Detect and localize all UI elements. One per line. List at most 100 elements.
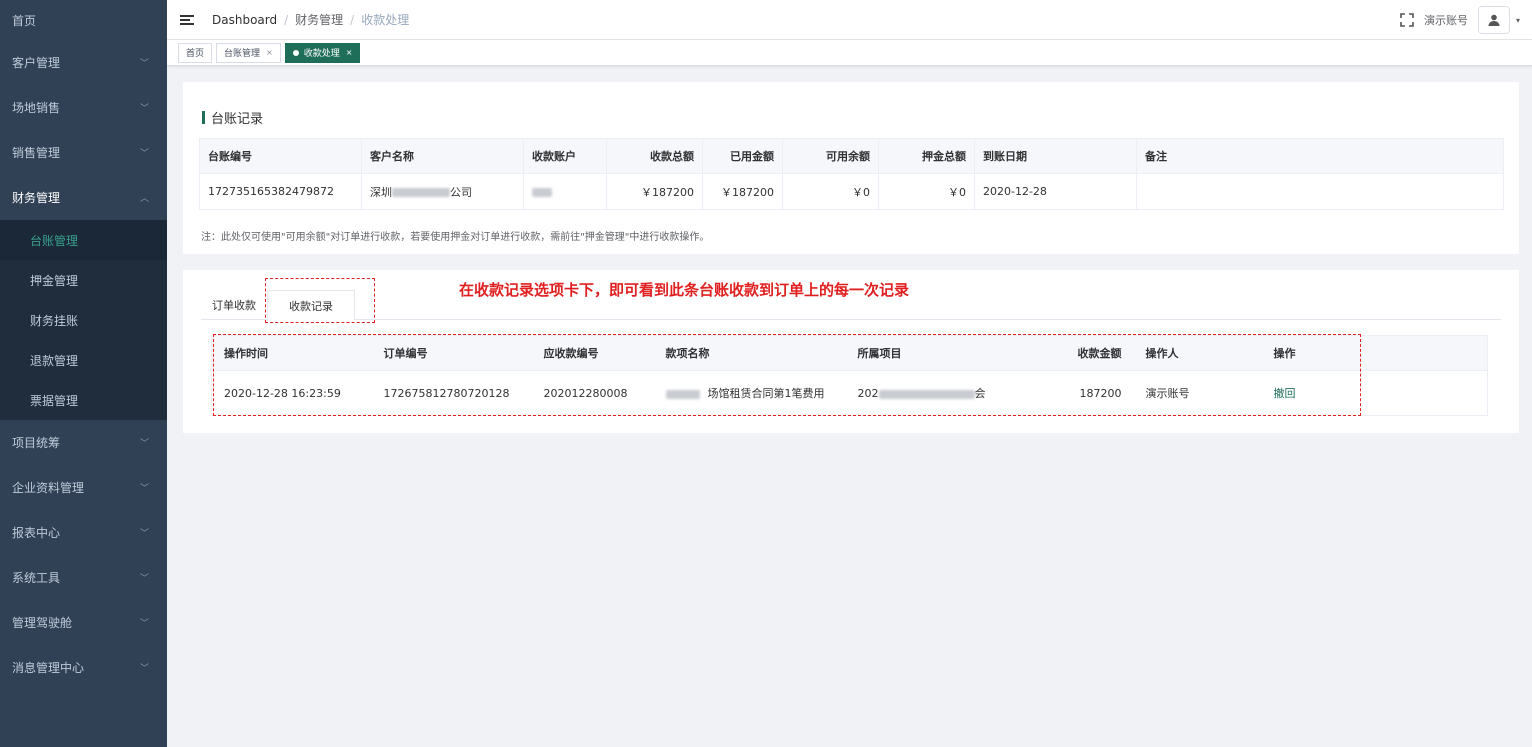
- receipt-account: [523, 173, 607, 210]
- section-title: 台账记录: [202, 108, 263, 127]
- redacted-text: [878, 389, 975, 399]
- item-name: 场馆租赁合同第1笔费用: [653, 370, 846, 416]
- close-icon[interactable]: ×: [346, 48, 353, 57]
- title-bar: [202, 111, 205, 124]
- sidebar-item-refund[interactable]: 退款管理: [0, 340, 167, 380]
- sidebar-item-label: 系统工具: [12, 571, 61, 585]
- table-header-row: 台账编号 客户名称 收款账户 收款总额 已用金额 可用余额 押金总额 到账日期 …: [199, 138, 1504, 174]
- sidebar-item-label: 销售管理: [12, 146, 61, 160]
- table-row: 2020-12-28 16:23:59 172675812780720128 2…: [211, 370, 1488, 416]
- redacted-text: [532, 187, 552, 197]
- chevron-up-icon: ︿: [139, 194, 149, 204]
- action-cell: 撤回: [1261, 370, 1340, 416]
- breadcrumb-separator: /: [350, 12, 355, 27]
- breadcrumb-dashboard[interactable]: Dashboard: [212, 13, 277, 27]
- sidebar-item-label: 财务管理: [12, 191, 61, 205]
- chevron-down-icon: ﹀: [139, 439, 149, 449]
- column-header: 所属项目: [845, 335, 1006, 371]
- ledger-id: 172735165382479872: [199, 173, 362, 210]
- column-header: 押金总额: [878, 138, 975, 174]
- sidebar-item-reports[interactable]: 报表中心 ﹀: [0, 510, 167, 555]
- column-header: 收款总额: [606, 138, 703, 174]
- column-header: 操作: [1261, 335, 1340, 371]
- sidebar-item-label: 项目统筹: [12, 436, 61, 450]
- sidebar-item-cockpit[interactable]: 管理驾驶舱 ﹀: [0, 600, 167, 645]
- tag-receipt[interactable]: 收款处理 ×: [284, 42, 361, 63]
- sidebar-item-label: 消息管理中心: [12, 661, 85, 675]
- tab-order-receipt[interactable]: 订单收款: [201, 290, 267, 320]
- annotation-text: 在收款记录选项卡下，即可看到此条台账收款到订单上的每一次记录: [459, 281, 910, 299]
- revoke-link[interactable]: 撤回: [1274, 387, 1296, 400]
- breadcrumb: Dashboard / 财务管理 / 收款处理: [212, 11, 409, 28]
- finance-submenu: 台账管理 押金管理 财务挂账 退款管理 票据管理: [0, 220, 167, 420]
- redacted-text: [665, 389, 700, 399]
- sidebar-item-tools[interactable]: 系统工具 ﹀: [0, 555, 167, 600]
- sidebar-item-label: 报表中心: [12, 526, 61, 540]
- table-row: 172735165382479872 深圳 公司 ￥187200 ￥187200 …: [199, 173, 1504, 210]
- records-card: 订单收款 收款记录 在收款记录选项卡下，即可看到此条台账收款到订单上的每一次记录…: [183, 270, 1519, 433]
- column-header: 操作时间: [211, 335, 372, 371]
- total-amount: ￥187200: [606, 173, 703, 210]
- project-name: 202 会: [845, 370, 1006, 416]
- avatar[interactable]: [1477, 6, 1510, 34]
- chevron-down-icon: ﹀: [139, 529, 149, 539]
- tag-label: 收款处理: [303, 49, 340, 59]
- sidebar-item-deposit[interactable]: 押金管理: [0, 260, 167, 300]
- order-number: 172675812780720128: [371, 370, 532, 416]
- breadcrumb-current: 收款处理: [361, 13, 410, 27]
- chevron-down-icon: ﹀: [139, 664, 149, 674]
- hamburger-icon[interactable]: [180, 13, 194, 27]
- chevron-down-icon: ﹀: [139, 484, 149, 494]
- chevron-down-icon: ﹀: [139, 149, 149, 159]
- tag-label: 台账管理: [224, 49, 261, 59]
- sidebar-item-finance[interactable]: 财务管理 ︿: [0, 175, 167, 220]
- navbar: Dashboard / 财务管理 / 收款处理 演示账号 ▾: [167, 0, 1532, 40]
- column-header: 订单编号: [371, 335, 532, 371]
- caret-down-icon[interactable]: ▾: [1516, 16, 1520, 25]
- tag-ledger[interactable]: 台账管理 ×: [216, 42, 281, 63]
- sidebar-item-messages[interactable]: 消息管理中心 ﹀: [0, 645, 167, 690]
- chevron-down-icon: ﹀: [139, 574, 149, 584]
- customer-name: 深圳 公司: [361, 173, 524, 210]
- operator: 演示账号: [1133, 370, 1262, 416]
- column-header: 到账日期: [974, 138, 1137, 174]
- breadcrumb-finance[interactable]: 财务管理: [295, 11, 343, 28]
- sidebar-item-company[interactable]: 企业资料管理 ﹀: [0, 465, 167, 510]
- customer-name-prefix: 深圳: [370, 185, 392, 199]
- sidebar-item-label: 管理驾驶舱: [12, 616, 73, 630]
- active-dot-icon: [292, 49, 299, 56]
- sidebar-item-projects[interactable]: 项目统筹 ﹀: [0, 420, 167, 465]
- highlight-box: [265, 278, 375, 323]
- customer-name-suffix: 公司: [450, 185, 472, 199]
- chevron-down-icon: ﹀: [139, 104, 149, 114]
- table-header-row: 操作时间 订单编号 应收款编号 款项名称 所属项目 收款金额 操作人 操作: [211, 335, 1488, 371]
- fullscreen-icon[interactable]: [1400, 13, 1414, 27]
- records-table: 操作时间 订单编号 应收款编号 款项名称 所属项目 收款金额 操作人 操作 20…: [211, 335, 1488, 416]
- column-header: 收款账户: [523, 138, 607, 174]
- ledger-title: 台账记录: [211, 112, 264, 127]
- chevron-down-icon: ﹀: [139, 59, 149, 69]
- close-icon[interactable]: ×: [266, 48, 273, 57]
- column-header-empty: [1339, 335, 1488, 371]
- column-header: 操作人: [1133, 335, 1262, 371]
- sidebar-item-label: 客户管理: [12, 56, 61, 70]
- operation-time: 2020-12-28 16:23:59: [211, 370, 372, 416]
- sidebar: 首页 客户管理 ﹀ 场地销售 ﹀ 销售管理 ﹀ 财务管理 ︿ 台账管理 押金管理…: [0, 0, 167, 747]
- sidebar-item-invoice[interactable]: 票据管理: [0, 380, 167, 420]
- column-header: 收款金额: [1005, 335, 1134, 371]
- redacted-text: [392, 188, 450, 197]
- sidebar-item-label: 场地销售: [12, 101, 61, 115]
- sidebar-item-home[interactable]: 首页: [0, 0, 167, 40]
- user-name: 演示账号: [1423, 14, 1468, 27]
- project-suffix: 会: [974, 387, 986, 400]
- project-prefix: 202: [857, 387, 879, 400]
- sidebar-item-venue-sales[interactable]: 场地销售 ﹀: [0, 85, 167, 130]
- sidebar-item-label: 首页: [12, 13, 37, 28]
- sidebar-item-credit[interactable]: 财务挂账: [0, 300, 167, 340]
- sidebar-item-ledger[interactable]: 台账管理: [0, 220, 167, 260]
- user-icon: [1488, 14, 1500, 26]
- sidebar-item-customers[interactable]: 客户管理 ﹀: [0, 40, 167, 85]
- used-amount: ￥187200: [702, 173, 783, 210]
- sidebar-item-sales[interactable]: 销售管理 ﹀: [0, 130, 167, 175]
- tag-home[interactable]: 首页: [178, 42, 213, 63]
